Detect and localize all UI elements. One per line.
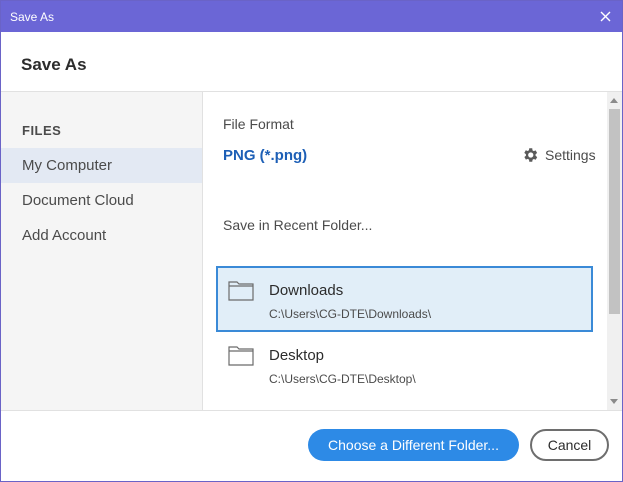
scrollbar-thumb[interactable] <box>609 109 620 314</box>
sidebar-item-my-computer[interactable]: My Computer <box>1 148 202 183</box>
dialog-footer: Choose a Different Folder... Cancel <box>1 410 622 481</box>
folder-item-downloads[interactable]: Downloads C:\Users\CG-DTE\Downloads\ <box>216 266 593 332</box>
main-panel: File Format PNG (*.png) Settings Save in… <box>204 92 622 410</box>
close-icon <box>600 11 610 22</box>
cancel-button[interactable]: Cancel <box>530 429 609 461</box>
close-button[interactable] <box>588 1 622 32</box>
folder-name: Downloads <box>269 282 344 299</box>
folder-icon <box>228 281 254 301</box>
scroll-up-icon[interactable] <box>610 98 618 103</box>
settings-label: Settings <box>545 147 596 163</box>
settings-button[interactable]: Settings <box>521 146 596 164</box>
recent-folder-label: Save in Recent Folder... <box>223 217 373 233</box>
sidebar-item-document-cloud[interactable]: Document Cloud <box>1 183 202 218</box>
dialog-heading: Save As <box>21 55 87 74</box>
gear-icon <box>524 148 538 162</box>
file-format-value[interactable]: PNG (*.png) <box>223 147 307 164</box>
dialog-header: Save As <box>1 32 622 92</box>
choose-different-folder-button[interactable]: Choose a Different Folder... <box>308 429 519 461</box>
sidebar: FILES My Computer Document Cloud Add Acc… <box>1 92 203 410</box>
scroll-down-icon[interactable] <box>610 399 618 404</box>
folder-item-desktop[interactable]: Desktop C:\Users\CG-DTE\Desktop\ <box>216 331 593 397</box>
sidebar-section-files: FILES <box>22 123 62 138</box>
save-as-dialog: Save As Save As FILES My Computer Docume… <box>0 0 623 482</box>
title-bar: Save As <box>1 1 622 32</box>
vertical-scrollbar[interactable] <box>607 92 622 410</box>
file-format-label: File Format <box>223 116 294 132</box>
folder-path: C:\Users\CG-DTE\Downloads\ <box>269 307 432 321</box>
folder-icon <box>228 346 254 366</box>
folder-path: C:\Users\CG-DTE\Desktop\ <box>269 372 416 386</box>
window-title: Save As <box>10 10 55 24</box>
sidebar-item-add-account[interactable]: Add Account <box>1 218 202 253</box>
folder-name: Desktop <box>269 347 325 364</box>
